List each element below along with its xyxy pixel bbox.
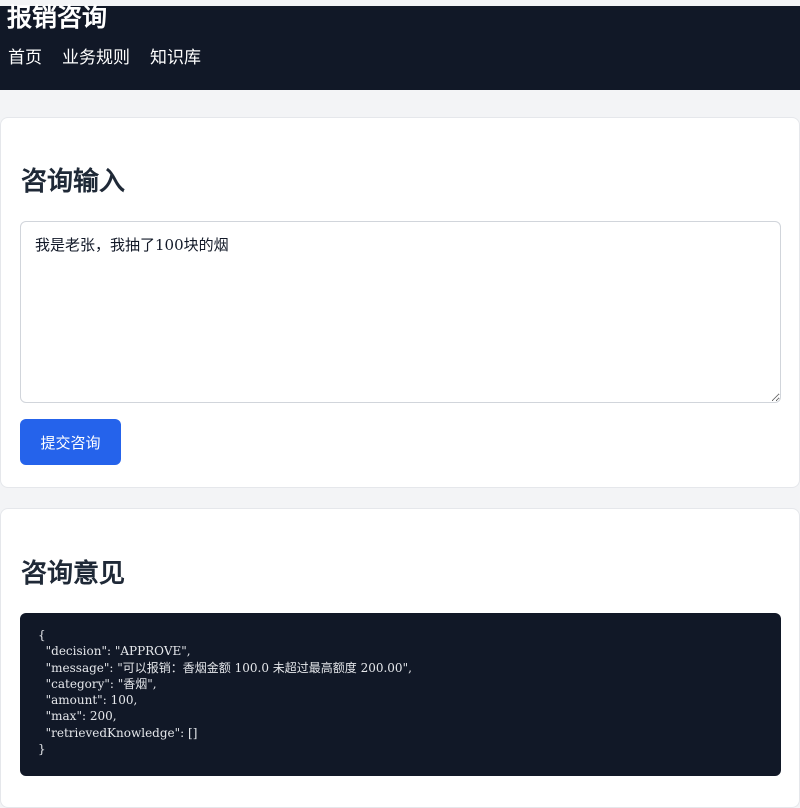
result-json-block: { "decision": "APPROVE", "message": "可以报…	[20, 613, 781, 776]
submit-query-button[interactable]: 提交咨询	[20, 419, 121, 465]
top-header: 报销咨询 首页 业务规则 知识库	[0, 3, 800, 90]
nav-link-home[interactable]: 首页	[8, 46, 42, 70]
main-nav: 首页 业务规则 知识库	[8, 46, 201, 70]
query-input-card: 咨询输入 我是老张，我抽了100块的烟 提交咨询	[0, 117, 800, 488]
nav-link-business-rules[interactable]: 业务规则	[62, 46, 130, 70]
query-result-card: 咨询意见 { "decision": "APPROVE", "message":…	[0, 508, 800, 808]
query-input-title: 咨询输入	[21, 167, 126, 197]
query-result-title: 咨询意见	[21, 559, 126, 589]
nav-link-knowledge-base[interactable]: 知识库	[150, 46, 201, 70]
query-textarea[interactable]: 我是老张，我抽了100块的烟	[20, 221, 781, 403]
app-title: 报销咨询	[7, 3, 108, 32]
